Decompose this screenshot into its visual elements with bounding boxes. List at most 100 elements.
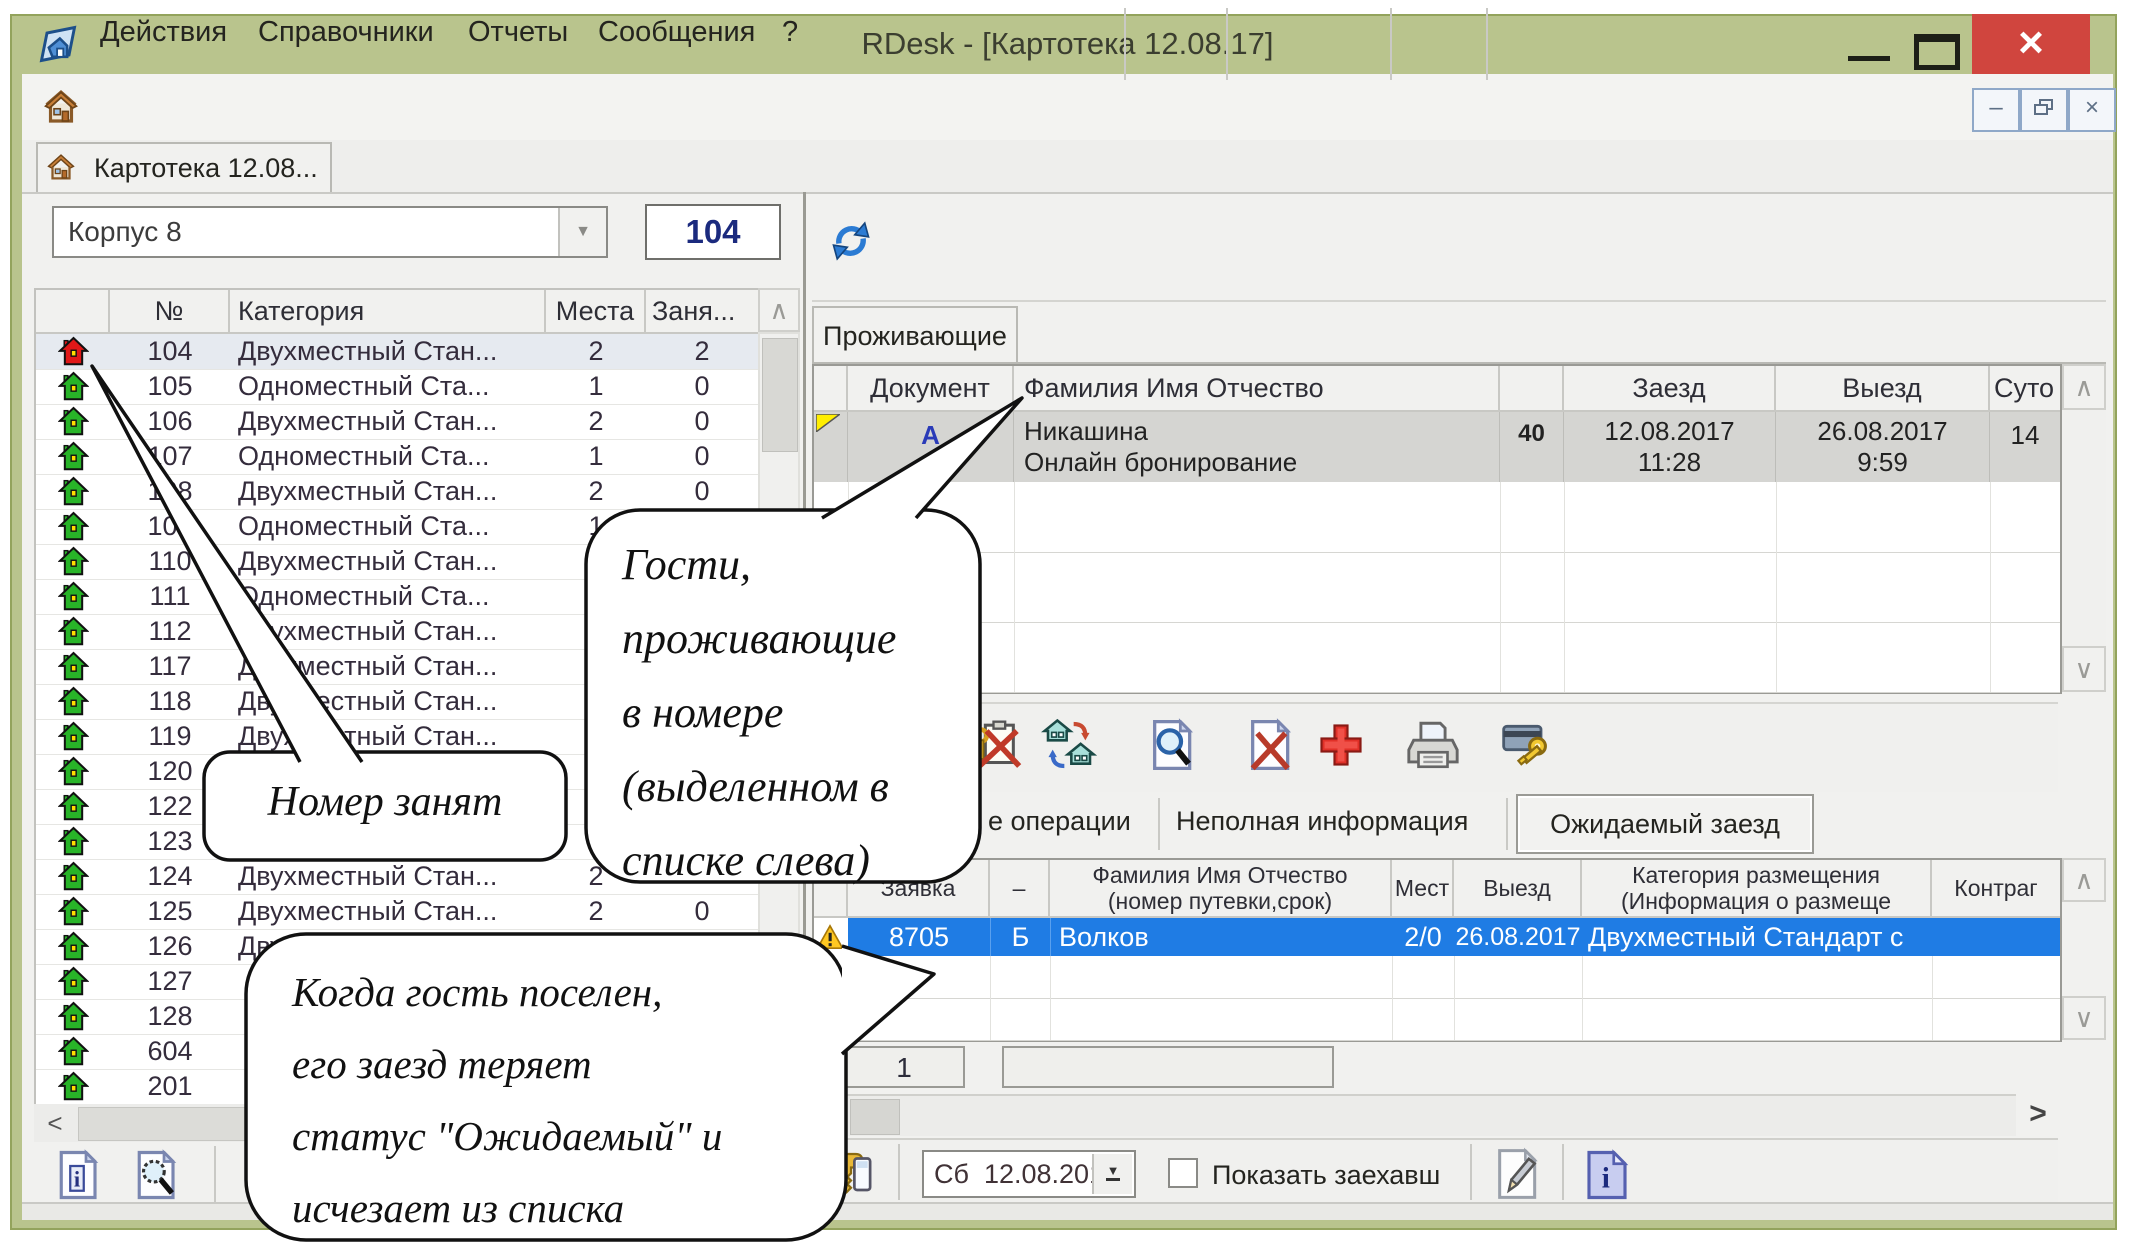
room-places: 2 <box>546 406 646 437</box>
arrivals-header-category[interactable]: Категория размещения (Информация о разме… <box>1582 860 1932 918</box>
document-tabstrip <box>22 140 2113 194</box>
show-checked-in-label: Показать заехавш <box>1212 1160 1440 1191</box>
rooms-header-category[interactable]: Категория <box>230 290 546 334</box>
guests-header-blank[interactable] <box>1500 366 1564 412</box>
info-button[interactable]: i <box>1582 1148 1632 1202</box>
rooms-scroll-down-icon[interactable]: ∨ <box>758 1058 800 1102</box>
room-row-105[interactable]: 105Одноместный Ста...10 <box>36 369 758 405</box>
guests-header-departure[interactable]: Выезд <box>1776 366 1990 412</box>
room-num: 106 <box>110 406 230 437</box>
left-toolbar-separator <box>214 1146 216 1204</box>
room-category: Одноместный Ста... <box>230 511 546 542</box>
room-num: 104 <box>110 336 230 367</box>
close-button[interactable]: × <box>1972 14 2090 75</box>
room-info-button[interactable]: i <box>50 1148 108 1202</box>
arrivals-header-name[interactable]: Фамилия Имя Отчество (номер путевки,срок… <box>1050 860 1392 918</box>
maximize-button[interactable] <box>1914 34 1960 70</box>
menu-help[interactable]: ? <box>782 16 798 49</box>
arrival-row-selected[interactable]: 8705 Б Волков 2/0 26.08.2017 Двухместный… <box>814 918 2060 956</box>
room-key-icon[interactable] <box>1498 714 1556 776</box>
room-row-106[interactable]: 106Двухместный Стан...20 <box>36 404 758 440</box>
mdi-restore-button[interactable] <box>2020 88 2068 132</box>
guests-header-marker[interactable] <box>814 366 848 412</box>
menu-messages[interactable]: Сообщения <box>598 16 755 49</box>
callout-line: его заезд теряет <box>292 1028 722 1100</box>
tab-incomplete-info[interactable]: Неполная информация <box>1176 806 1468 837</box>
room-row-108[interactable]: 108Двухместный Стан...20 <box>36 474 758 510</box>
room-num: 110 <box>110 546 230 577</box>
room-transfer-icon[interactable] <box>1040 714 1098 776</box>
show-checked-in-checkbox[interactable] <box>1168 1158 1198 1188</box>
guests-vertical-scrollbar[interactable] <box>2062 410 2106 646</box>
guest-row-selected[interactable]: А Никашина Онлайн бронирование 40 12.08.… <box>814 412 2060 482</box>
home-menu-icon <box>40 86 82 133</box>
tab-guests[interactable]: Проживающие <box>812 306 1018 364</box>
delete-document-icon[interactable] <box>1240 714 1298 776</box>
arrival-places: 2/0 <box>1392 918 1454 956</box>
rooms-header-places[interactable]: Места <box>546 290 646 334</box>
room-category: Двухместный Стан... <box>230 686 546 717</box>
room-row-104[interactable]: 104Двухместный Стан...22 <box>36 334 758 370</box>
arrivals-scroll-up-icon[interactable]: ∧ <box>2062 858 2106 902</box>
mdi-minimize-button[interactable]: – <box>1972 88 2020 132</box>
rooms-header-occupied[interactable]: Заня... <box>646 290 758 334</box>
arrivals-header-dash[interactable]: – <box>990 860 1050 918</box>
mdi-close-button[interactable]: × <box>2068 88 2116 132</box>
menu-directories[interactable]: Справочники <box>258 16 434 49</box>
svg-text:i: i <box>74 1166 80 1191</box>
medical-card-icon[interactable] <box>1312 714 1370 776</box>
rooms-header-icon[interactable] <box>36 290 110 334</box>
guest-empty-row[interactable] <box>814 622 2060 693</box>
callout-line: проживающие <box>622 602 896 676</box>
edit-button[interactable] <box>1488 1146 1544 1202</box>
guests-header-arrival[interactable]: Заезд <box>1564 366 1776 412</box>
callout-line: списке слева) <box>622 824 896 898</box>
room-row-107[interactable]: 107Одноместный Ста...10 <box>36 439 758 475</box>
room-search-button[interactable] <box>128 1148 186 1202</box>
print-icon[interactable] <box>1404 714 1462 776</box>
combobox-dropdown-icon[interactable]: ▼ <box>558 208 606 256</box>
room-num: 201 <box>110 1071 230 1102</box>
guest-arrival: 12.08.2017 11:28 <box>1564 412 1776 482</box>
arrivals-header-places[interactable]: Мест <box>1392 860 1454 918</box>
key-card-icon[interactable] <box>824 1144 878 1200</box>
cancel-checkin-icon[interactable] <box>968 714 1026 776</box>
rooms-header-num[interactable]: № <box>110 290 230 334</box>
arrivals-header-counterparty[interactable]: Контраг <box>1932 860 2060 918</box>
guest-name: Никашина Онлайн бронирование <box>1014 412 1500 482</box>
tab-expected-arrival[interactable]: Ожидаемый заезд <box>1516 794 1814 854</box>
guests-header-name[interactable]: Фамилия Имя Отчество <box>1014 366 1500 412</box>
arrivals-scroll-right-icon[interactable]: > <box>2016 1094 2060 1134</box>
minimize-button[interactable] <box>1848 56 1890 61</box>
arrivals-header-departure[interactable]: Выезд <box>1454 860 1582 918</box>
rooms-scroll-left-icon[interactable]: < <box>36 1106 74 1140</box>
guests-scroll-up-icon[interactable]: ∧ <box>2062 364 2106 410</box>
arrivals-horizontal-scrollbar[interactable] <box>812 1094 2016 1136</box>
room-row-125[interactable]: 125Двухместный Стан...20 <box>36 894 758 930</box>
room-num: 107 <box>110 441 230 472</box>
guests-header-document[interactable]: Документ <box>848 366 1014 412</box>
date-picker-dropdown-icon[interactable]: ▼ <box>1092 1154 1132 1194</box>
rooms-scroll-up-icon[interactable]: ∧ <box>758 288 800 332</box>
room-category: Двухместный Стан... <box>230 616 546 647</box>
rooms-scrollbar-thumb[interactable] <box>762 338 798 452</box>
callout-line: (выделенном в <box>622 750 896 824</box>
building-combobox[interactable]: Корпус 8 ▼ <box>52 206 608 258</box>
arrival-empty-row[interactable] <box>814 956 2060 999</box>
date-picker-value: Сб 12.08.201 <box>934 1159 1104 1190</box>
guest-num: 40 <box>1500 412 1564 482</box>
arrivals-scroll-down-icon[interactable]: ∨ <box>2062 996 2106 1040</box>
arrival-empty-row[interactable] <box>814 998 2060 1041</box>
guest-empty-row[interactable] <box>814 552 2060 623</box>
tab-kartoteka[interactable]: Картотека 12.08... <box>36 142 332 192</box>
refresh-icon[interactable] <box>826 216 876 266</box>
tab-operations[interactable]: е операции <box>988 806 1131 837</box>
guests-header-days[interactable]: Суто <box>1990 366 2060 412</box>
guest-empty-row[interactable] <box>814 482 2060 553</box>
date-picker[interactable]: Сб 12.08.201 ▼ <box>922 1150 1136 1198</box>
menu-reports[interactable]: Отчеты <box>468 16 568 49</box>
view-document-icon[interactable] <box>1142 714 1200 776</box>
guests-scroll-down-icon[interactable]: ∨ <box>2062 646 2106 692</box>
menu-actions[interactable]: Действия <box>100 16 227 49</box>
arrivals-hscrollbar-thumb[interactable] <box>850 1099 900 1135</box>
